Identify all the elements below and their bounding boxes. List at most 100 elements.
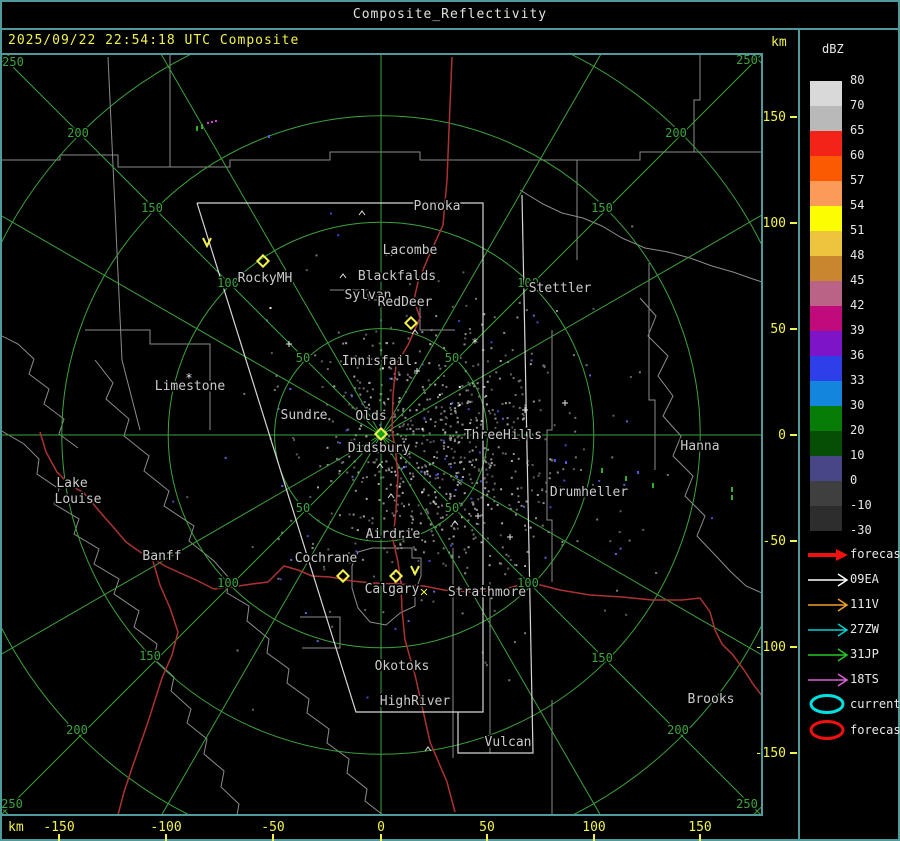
- city-label-stettler: Stettler: [529, 281, 592, 296]
- vector-arrow-icon: [808, 598, 849, 612]
- range-ring-label: 50: [296, 501, 310, 515]
- range-ring-label: 150: [591, 201, 613, 215]
- range-rings: [1, 54, 761, 814]
- ellipse-legend-label: forecast: [850, 723, 900, 737]
- vector-legend-label: 31JP: [850, 647, 879, 661]
- echo-cell: [201, 124, 203, 129]
- city-label-reddeer: RedDeer: [378, 295, 433, 310]
- county-boundary: [107, 56, 141, 431]
- city-label-highriver: HighRiver: [380, 694, 451, 709]
- right-axis-tick-label: 100: [763, 216, 786, 231]
- vector-legend-label: forecast: [850, 547, 900, 561]
- ellipse-legend-label: current: [850, 697, 900, 711]
- right-axis-tick: [790, 116, 797, 118]
- bottom-axis-tick-label: -50: [261, 820, 284, 835]
- colorbar-box: [810, 481, 842, 506]
- range-ring-label: 250: [736, 797, 758, 811]
- station-plus-marker: [522, 407, 528, 413]
- vector-legend-label: 27ZW: [850, 622, 879, 636]
- county-boundary: [546, 330, 553, 582]
- colorbar-value-label: 51: [850, 223, 865, 237]
- colorbar-value-label: 42: [850, 298, 865, 312]
- range-ring-label: 250: [736, 53, 758, 67]
- vector-arrow-icon: [808, 673, 849, 687]
- bottom-axis-tick: [699, 834, 701, 841]
- range-ring-label: 50: [296, 351, 310, 365]
- vector-legend-label: 18TS: [850, 672, 879, 686]
- right-axis-tick: [790, 540, 797, 542]
- bottom-axis-tick: [593, 834, 595, 841]
- peak-caret-marker: [358, 210, 366, 216]
- colorbar-unit-label: dBZ: [822, 42, 844, 56]
- bottom-axis-tick: [58, 834, 60, 841]
- legend-panel: dBZ 80 70 65 60 57 54 51 48 45 42 39 36 33 30 20 10 0 -10…: [800, 30, 900, 839]
- echo-cell: [601, 468, 603, 473]
- colorbar-box: [810, 506, 842, 531]
- colorbar-box: [810, 456, 842, 481]
- bottom-axis-tick-label: 100: [582, 820, 605, 835]
- colorbar-value-label: 60: [850, 148, 865, 162]
- station-plus-marker: [475, 513, 481, 519]
- range-ring-label: 150: [591, 651, 613, 665]
- city-label-olds: Olds: [355, 409, 386, 424]
- county-boundary: [94, 359, 383, 814]
- city-label-louise: Louise: [55, 492, 102, 507]
- colorbar-box: [810, 306, 842, 331]
- current-ellipse-icon: [809, 694, 845, 714]
- city-label-okotoks: Okotoks: [375, 659, 430, 674]
- colorbar-value-label: 65: [850, 123, 865, 137]
- colorbar-value-label: 10: [850, 448, 865, 462]
- frame-border: [761, 53, 763, 816]
- range-ring-label: 200: [67, 126, 89, 140]
- colorbar-value-label: 57: [850, 173, 865, 187]
- range-ring-label: 250: [1, 797, 23, 811]
- bottom-axis-tick-label: 150: [688, 820, 711, 835]
- bottom-axis-tick: [380, 834, 382, 841]
- bottom-axis-tick-label: -150: [43, 820, 74, 835]
- range-ring-label: 200: [665, 126, 687, 140]
- radar-site-marker: [373, 426, 389, 442]
- site-diamond-marker: [403, 315, 419, 331]
- city-label-lacombe: Lacombe: [383, 243, 438, 258]
- range-ring-label: 50: [445, 501, 459, 515]
- station-plus-marker: [562, 400, 568, 406]
- colorbar-box: [810, 256, 842, 281]
- range-ring-label: 200: [66, 723, 88, 737]
- echo-cell: [211, 121, 213, 123]
- colorbar-value-label: 45: [850, 273, 865, 287]
- range-ring-label: 50: [445, 351, 459, 365]
- peak-caret-marker: [339, 273, 347, 279]
- bottom-axis-tick: [272, 834, 274, 841]
- right-axis-tick: [790, 434, 797, 436]
- frame-border: [0, 53, 763, 55]
- city-label-lake: Lake: [56, 476, 87, 491]
- city-label-vulcan: Vulcan: [485, 735, 532, 750]
- county-boundary: [1, 334, 79, 449]
- city-label-blackfalds: Blackfalds: [358, 269, 436, 284]
- right-axis-tick-label: 0: [778, 428, 786, 443]
- colorbar-box: [810, 206, 842, 231]
- colorbar-box: [810, 431, 842, 456]
- station-plus-marker: [286, 341, 292, 347]
- radar-app-window: Composite_Reflectivity 2025/09/22 22:54:…: [0, 0, 900, 841]
- echo-cell: [637, 471, 639, 474]
- right-axis-tick-label: -150: [755, 746, 786, 761]
- colorbar-box: [810, 106, 842, 131]
- bottom-axis-tick-label: -100: [150, 820, 181, 835]
- vector-arrow-icon: [808, 573, 849, 587]
- city-label-ponoka: Ponoka: [414, 199, 461, 214]
- range-ring-label: 150: [139, 649, 161, 663]
- colorbar-box: [810, 281, 842, 306]
- right-axis-tick-label: 150: [763, 110, 786, 125]
- peak-caret-marker: [376, 463, 384, 469]
- city-label-threehills: ThreeHills: [464, 428, 542, 443]
- city-label-banff: Banff: [142, 549, 181, 564]
- bottom-axis-tick: [486, 834, 488, 841]
- right-axis-tick: [790, 328, 797, 330]
- peak-caret-marker: [411, 329, 419, 335]
- station-plus-marker: [507, 534, 513, 540]
- colorbar-box: [810, 231, 842, 256]
- echo-cell: [554, 459, 556, 462]
- city-label-calgary: Calgary: [365, 582, 420, 597]
- right-axis-tick: [790, 646, 797, 648]
